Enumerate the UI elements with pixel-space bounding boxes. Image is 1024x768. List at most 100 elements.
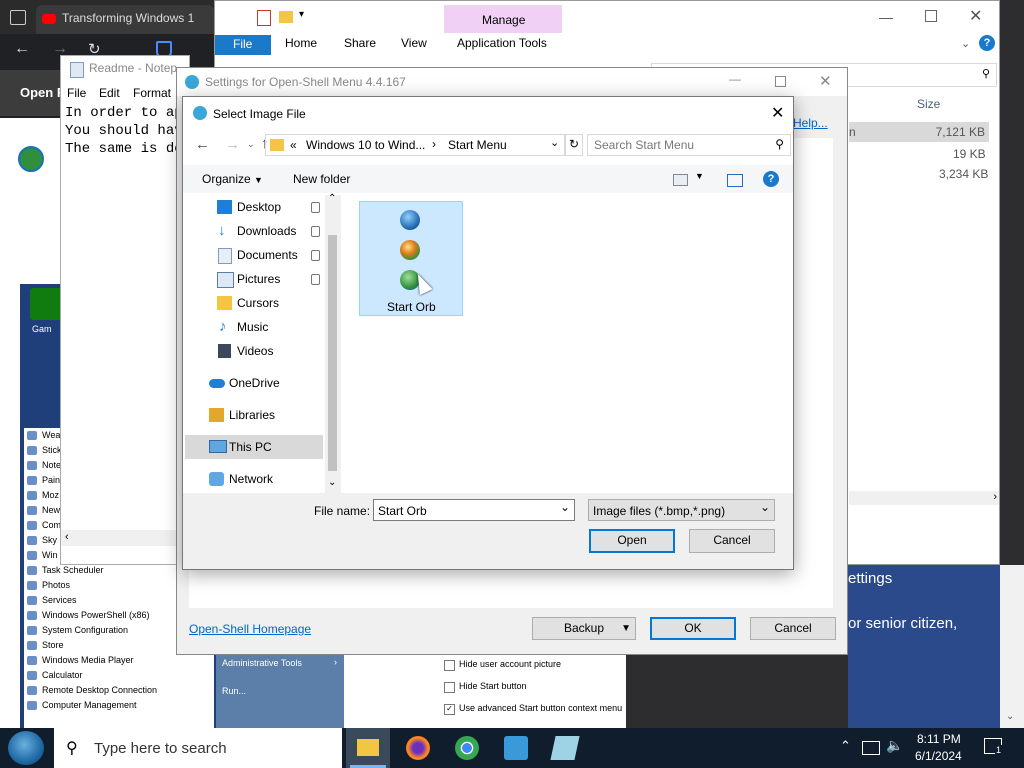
help-link[interactable]: Help... <box>793 116 828 130</box>
chevron-up-icon[interactable]: ⌃ <box>840 738 851 754</box>
minimize-icon[interactable]: — <box>879 9 893 25</box>
selected-row[interactable]: n 7,121 KB <box>849 122 989 142</box>
breadcrumb-overflow[interactable]: « <box>290 138 297 152</box>
folder-icon[interactable] <box>279 11 293 23</box>
preview-pane-icon[interactable] <box>727 174 743 187</box>
scroll-left-icon[interactable]: ‹ <box>65 531 69 543</box>
minimize-icon[interactable]: — <box>729 72 741 86</box>
maximize-icon[interactable] <box>775 76 786 87</box>
open-button[interactable]: Open <box>589 529 675 553</box>
list-item[interactable]: Calculator <box>24 668 214 683</box>
chevron-down-icon[interactable]: ▾ <box>299 9 304 20</box>
cancel-button[interactable]: Cancel <box>750 617 836 640</box>
pin-icon[interactable] <box>311 226 320 237</box>
chrome-icon[interactable] <box>455 736 479 760</box>
notepad-icon[interactable] <box>550 736 580 760</box>
ok-button[interactable]: OK <box>650 617 736 640</box>
sidebar-item-onedrive[interactable]: OneDrive <box>185 371 325 395</box>
close-icon[interactable]: ✕ <box>969 6 982 26</box>
scroll-down-icon[interactable]: ⌄ <box>328 477 336 488</box>
back-arrow-icon[interactable]: ← <box>195 136 210 153</box>
tab-view[interactable]: View <box>401 36 427 50</box>
pin-icon[interactable] <box>311 250 320 261</box>
checkbox-advanced-context-menu[interactable]: ✓ <box>444 704 455 715</box>
back-arrow-icon[interactable]: ← <box>14 40 30 58</box>
run-item[interactable]: Run... <box>222 686 246 696</box>
taskbar-search-box[interactable]: ⚲ Type here to search <box>54 728 342 768</box>
list-item[interactable]: Remote Desktop Connection <box>24 683 214 698</box>
menu-file[interactable]: File <box>67 86 86 100</box>
volume-muted-icon[interactable]: 🔈 <box>886 737 903 754</box>
sidebar-item-this-pc[interactable]: This PC <box>185 435 323 459</box>
properties-icon[interactable] <box>257 10 271 26</box>
filename-field[interactable]: Start Orb ⌄ <box>373 499 575 521</box>
scroll-right-icon[interactable]: › <box>993 491 997 503</box>
pin-icon[interactable] <box>311 202 320 213</box>
dialog-cancel-button[interactable]: Cancel <box>689 529 775 553</box>
list-item[interactable]: Computer Management <box>24 698 214 713</box>
breadcrumb-item[interactable]: Start Menu <box>448 138 507 152</box>
sidebar-item-videos[interactable]: Videos <box>185 339 325 363</box>
page-scrollbar[interactable]: ⌄ <box>1000 565 1024 728</box>
notepad-hscrollbar[interactable]: ‹ <box>61 530 189 546</box>
breadcrumb-item[interactable]: Windows 10 to Wind... <box>306 138 425 152</box>
paint-icon[interactable] <box>504 736 528 760</box>
sidebar-item-pictures[interactable]: Pictures <box>185 267 325 291</box>
notepad-text[interactable]: In order to ap You should hav The same i… <box>65 104 183 158</box>
sidebar-item-music[interactable]: ♪ Music <box>185 315 325 339</box>
address-bar[interactable]: « Windows 10 to Wind... › Start Menu ⌄ <box>265 134 565 156</box>
tab-share[interactable]: Share <box>344 36 376 50</box>
start-button[interactable] <box>8 731 44 765</box>
browser-tab-menu-icon[interactable] <box>10 10 26 25</box>
file-item-start-orb[interactable]: Start Orb <box>359 201 463 316</box>
browser-tab[interactable]: Transforming Windows 1 <box>36 5 214 34</box>
filetype-select[interactable]: Image files (*.bmp,*.png) ⌄ <box>588 499 775 521</box>
chevron-down-icon[interactable]: ⌄ <box>560 500 570 514</box>
scroll-up-icon[interactable]: ⌃ <box>328 193 336 204</box>
clock-time[interactable]: 8:11 PM <box>917 732 961 746</box>
network-icon[interactable] <box>862 741 880 755</box>
admin-tools-item[interactable]: Administrative Tools <box>222 658 302 668</box>
sidebar-item-libraries[interactable]: Libraries <box>185 403 325 427</box>
clock-date[interactable]: 6/1/2024 <box>915 749 962 763</box>
taskbar-explorer-active[interactable] <box>346 728 390 768</box>
firefox-icon[interactable] <box>406 736 430 760</box>
close-icon[interactable]: ✕ <box>771 103 784 123</box>
pin-icon[interactable] <box>311 274 320 285</box>
list-item[interactable]: Windows Media Player <box>24 653 214 668</box>
recent-locations-icon[interactable]: ⌄ <box>247 139 255 150</box>
search-input[interactable]: Search Start Menu ⚲ <box>587 134 791 156</box>
ribbon-expand-icon[interactable]: ⌄ <box>961 37 970 50</box>
tab-application-tools[interactable]: Application Tools <box>457 36 547 50</box>
menu-format[interactable]: Format <box>133 86 171 100</box>
refresh-button[interactable]: ↻ <box>565 134 583 156</box>
tab-home[interactable]: Home <box>285 36 317 50</box>
nav-scrollbar[interactable]: ⌃ ⌄ <box>325 193 341 493</box>
help-icon[interactable]: ? <box>763 171 779 187</box>
forward-arrow-icon[interactable]: → <box>225 136 240 153</box>
checkbox-hide-user-picture[interactable] <box>444 660 455 671</box>
organize-button[interactable]: Organize ▼ <box>202 172 263 186</box>
address-dropdown-icon[interactable]: ⌄ <box>550 136 559 149</box>
scroll-down-icon[interactable]: ⌄ <box>1006 711 1014 722</box>
sidebar-item-network[interactable]: Network <box>185 467 325 491</box>
chevron-down-icon[interactable]: ▼ <box>695 171 704 181</box>
horizontal-scrollbar[interactable]: › <box>849 491 999 505</box>
menu-edit[interactable]: Edit <box>99 86 120 100</box>
sidebar-item-downloads[interactable]: ↓ Downloads <box>185 219 325 243</box>
chevron-right-icon[interactable]: › <box>432 137 436 151</box>
tab-file[interactable]: File <box>215 35 271 55</box>
close-icon[interactable]: ✕ <box>819 72 832 90</box>
homepage-link[interactable]: Open-Shell Homepage <box>189 622 311 636</box>
new-folder-button[interactable]: New folder <box>293 172 350 186</box>
checkbox-hide-start-button[interactable] <box>444 682 455 693</box>
sidebar-item-documents[interactable]: Documents <box>185 243 325 267</box>
manage-context-tab[interactable]: Manage <box>444 5 562 33</box>
maximize-icon[interactable] <box>925 10 937 22</box>
size-column-header[interactable]: Size <box>917 97 940 111</box>
sidebar-item-cursors[interactable]: Cursors <box>185 291 325 315</box>
xbox-app-icon[interactable] <box>30 288 62 320</box>
scrollbar-thumb[interactable] <box>328 235 337 471</box>
sidebar-item-desktop[interactable]: Desktop <box>185 195 325 219</box>
help-icon[interactable]: ? <box>979 35 995 51</box>
